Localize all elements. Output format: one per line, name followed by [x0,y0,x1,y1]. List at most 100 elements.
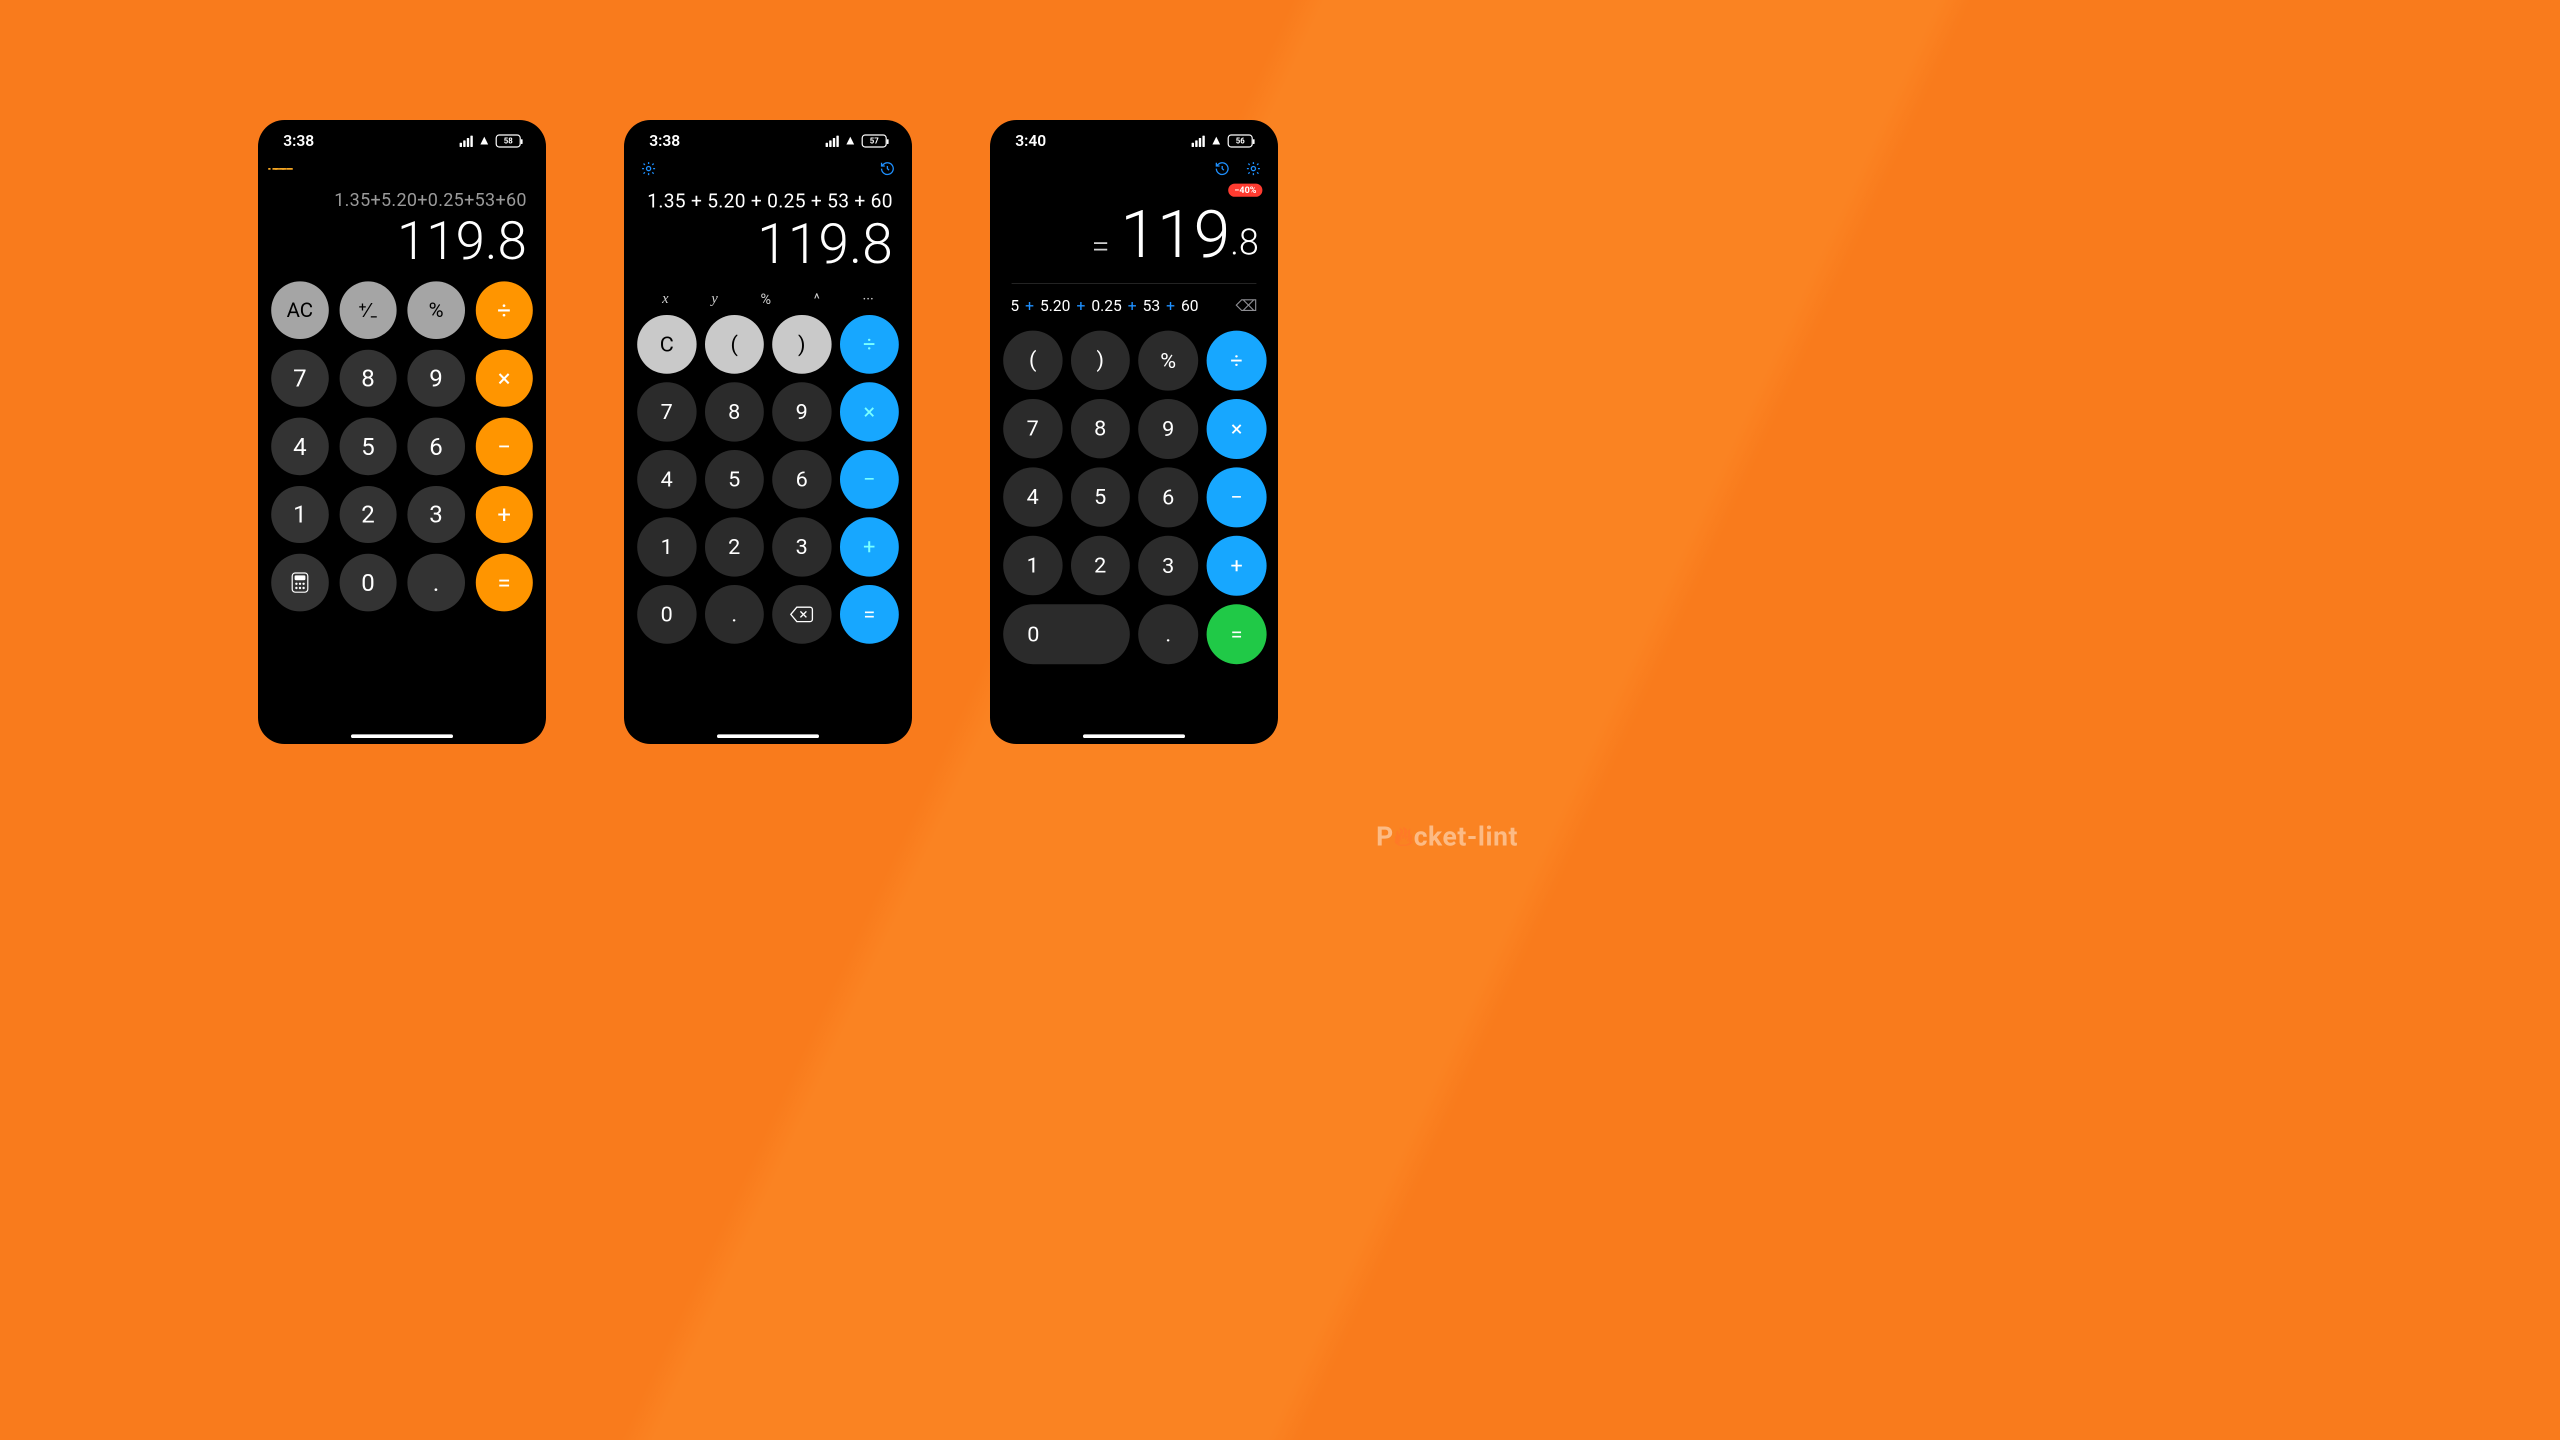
percent-button[interactable]: % [407,282,464,339]
digit-1-button[interactable]: 1 [1003,536,1062,595]
sign-button[interactable]: ⁺∕₋ [339,282,396,339]
left-paren-button[interactable]: ( [1003,331,1062,390]
divide-button[interactable]: ÷ [476,282,533,339]
percent-button[interactable]: % [1138,331,1198,391]
keypad: AC ⁺∕₋ % ÷ 7 8 9 × 4 5 6 − 1 2 3 + 0 . = [269,282,535,736]
add-button[interactable]: + [840,517,899,576]
battery-icon: 58 [496,134,521,147]
left-paren-button[interactable]: ( [705,315,764,374]
digit-7-button[interactable]: 7 [1003,399,1062,458]
subtract-button[interactable]: − [1207,467,1267,527]
digit-0-button[interactable]: 0 [339,554,396,611]
right-paren-button[interactable]: ) [1071,331,1130,390]
status-bar: 3:38 ▲︎ 57 [635,128,901,152]
digit-4-button[interactable]: 4 [271,418,328,475]
home-indicator[interactable] [1083,734,1185,738]
divider [1012,283,1257,284]
var-y-button[interactable]: y [711,291,717,308]
digit-3-button[interactable]: 3 [1138,536,1198,596]
backspace-button[interactable] [772,585,831,644]
add-button[interactable]: + [476,486,533,543]
add-button[interactable]: + [1207,536,1267,596]
extra-functions-row: x y % ^ ··· [635,286,901,315]
digit-6-button[interactable]: 6 [1138,467,1198,527]
digit-6-button[interactable]: 6 [407,418,464,475]
digit-2-button[interactable]: 2 [1071,536,1130,595]
digit-2-button[interactable]: 2 [339,486,396,543]
status-time: 3:38 [283,132,314,150]
backspace-icon[interactable]: ⌫ [1236,297,1258,315]
power-button[interactable]: ^ [814,291,820,308]
digit-5-button[interactable]: 5 [1071,467,1130,526]
equals-button[interactable]: = [1207,604,1267,664]
digit-4-button[interactable]: 4 [637,450,696,509]
multiply-button[interactable]: × [1207,399,1267,459]
subtract-button[interactable]: − [840,450,899,509]
equals-button[interactable]: = [476,554,533,611]
decimal-button[interactable]: . [407,554,464,611]
signal-icon [826,135,839,146]
result-display: 119.8 [397,214,527,269]
multiply-button[interactable]: × [476,350,533,407]
digit-1-button[interactable]: 1 [637,517,696,576]
ac-button[interactable]: AC [271,282,328,339]
digit-3-button[interactable]: 3 [772,517,831,576]
wifi-icon: ▲︎ [478,133,491,149]
history-icon[interactable] [877,158,897,178]
digit-5-button[interactable]: 5 [339,418,396,475]
home-indicator[interactable] [351,734,453,738]
signal-icon [1192,135,1205,146]
phone-calculator-b: 3:38 ▲︎ 57 1.35 + 5.20 + 0.25 + 53 + 60 … [624,120,912,744]
digit-7-button[interactable]: 7 [271,350,328,407]
digit-4-button[interactable]: 4 [1003,467,1062,526]
keypad: C ( ) ÷ 7 8 9 × 4 5 6 − 1 2 3 + 0 . = [635,315,901,736]
result-display: 119.8 [757,216,893,274]
right-paren-button[interactable]: ) [772,315,831,374]
status-bar: 3:38 ▲︎ 58 [269,128,535,152]
discount-badge[interactable]: −40% [1228,184,1262,197]
status-time: 3:40 [1015,132,1046,150]
digit-9-button[interactable]: 9 [1138,399,1198,459]
percent-button[interactable]: % [760,291,771,308]
signal-icon [460,135,473,146]
digit-2-button[interactable]: 2 [705,517,764,576]
expression-display: 1.35+5.20+0.25+53+60 [334,190,527,211]
digit-8-button[interactable]: 8 [1071,399,1130,458]
settings-icon[interactable] [1243,158,1263,178]
digit-6-button[interactable]: 6 [772,450,831,509]
digit-8-button[interactable]: 8 [339,350,396,407]
wifi-icon: ▲︎ [844,133,857,149]
list-icon[interactable] [272,158,292,178]
digit-5-button[interactable]: 5 [705,450,764,509]
keypad: ( ) % ÷ 7 8 9 × 4 5 6 − 1 2 3 + 0 . = [1001,331,1267,736]
battery-icon: 57 [862,134,887,147]
settings-icon[interactable] [638,158,658,178]
result-display: = 119 .8 [1009,202,1259,268]
var-x-button[interactable]: x [662,291,668,308]
battery-icon: 56 [1228,134,1253,147]
expression-display[interactable]: 5 + 5.20 + 0.25 + 53 + 60 ⌫ [1009,297,1259,331]
subtract-button[interactable]: − [476,418,533,475]
digit-3-button[interactable]: 3 [407,486,464,543]
digit-1-button[interactable]: 1 [271,486,328,543]
multiply-button[interactable]: × [840,382,899,441]
digit-8-button[interactable]: 8 [705,382,764,441]
decimal-button[interactable]: . [1138,604,1198,664]
digit-9-button[interactable]: 9 [407,350,464,407]
equals-button[interactable]: = [840,585,899,644]
decimal-button[interactable]: . [705,585,764,644]
watermark: P🔥︎cket-lint [1376,821,1518,852]
digit-9-button[interactable]: 9 [772,382,831,441]
clear-button[interactable]: C [637,315,696,374]
divide-button[interactable]: ÷ [840,315,899,374]
status-bar: 3:40 ▲︎ 56 [1001,128,1267,152]
divide-button[interactable]: ÷ [1207,331,1267,391]
calculator-mode-button[interactable] [271,554,328,611]
history-icon[interactable] [1212,158,1232,178]
digit-0-button[interactable]: 0 [1003,604,1130,664]
more-button[interactable]: ··· [863,291,874,308]
digit-0-button[interactable]: 0 [637,585,696,644]
home-indicator[interactable] [717,734,819,738]
status-time: 3:38 [649,132,680,150]
digit-7-button[interactable]: 7 [637,382,696,441]
